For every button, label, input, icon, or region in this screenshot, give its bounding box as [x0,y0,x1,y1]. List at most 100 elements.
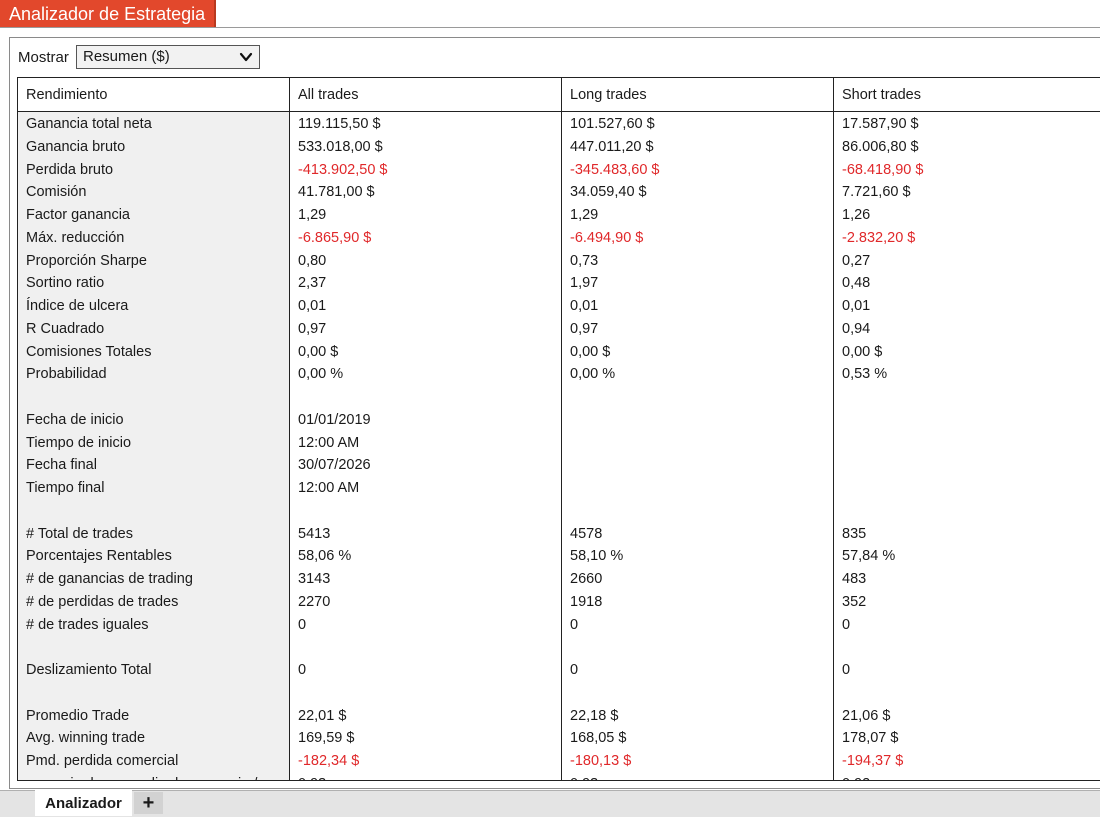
row-value: 533.018,00 $ [298,138,383,155]
row-value: 101.527,60 $ [570,116,655,132]
row-value: 0 [298,662,307,678]
row-value: 0,97 [570,320,599,337]
add-tab-button[interactable]: + [134,792,163,814]
tab-analizador[interactable]: Analizador [35,790,132,816]
header-rendimiento[interactable]: Rendimiento [26,86,107,104]
row-value: 447.011,20 $ [570,138,654,155]
row-value: -182,34 $ [298,753,360,769]
row-value: 0,01 [570,298,599,314]
row-value: 0,97 [298,320,327,337]
row-value: 0,01 [842,298,871,314]
chevron-down-icon [239,52,253,62]
row-value: -68.418,90 $ [842,161,924,178]
row-label: Pmd. perdida comercial [26,753,179,769]
row-label: # de ganancias de trading [26,571,193,587]
row-value: 01/01/2019 [298,411,371,428]
row-value: -413.902,50 $ [298,161,388,178]
row-value: 7.721,60 $ [842,184,911,201]
view-select[interactable]: Resumen ($) [76,45,260,69]
row-value: 0 [298,616,307,633]
row-value: 835 [842,525,867,542]
bottom-tab-bar [0,790,1100,817]
row-value: 0,01 [298,298,327,314]
row-value: 0,00 $ [842,343,883,360]
row-label: Porcentajes Rentables [26,548,172,565]
row-label: Ganancia bruto [26,138,126,155]
column-divider [561,78,562,780]
row-value: 2270 [298,593,331,610]
row-value: 0,00 % [298,366,344,383]
row-value: 0,93 [570,775,598,780]
row-label: Deslizamiento Total [26,662,152,678]
row-value: 3143 [298,571,331,587]
row-label: Factor ganancia [26,207,130,223]
row-label: R Cuadrado [26,320,105,337]
row-label: Máx. reducción [26,229,125,246]
row-value: 2660 [570,571,603,587]
row-value: 12:00 AM [298,434,360,451]
view-select-value: Resumen ($) [83,48,170,65]
row-value: 0,48 [842,275,871,292]
row-value: 0,94 [842,320,871,337]
row-value: -194,37 $ [842,753,904,769]
row-value: -2.832,20 $ [842,229,916,246]
row-value: 0,53 % [842,366,888,383]
row-value: 0,93 [298,775,326,780]
row-value: 178,07 $ [842,730,899,747]
row-value: -180,13 $ [570,753,632,769]
column-divider [289,78,290,780]
header-short-trades[interactable]: Short trades [842,86,921,104]
row-value: 0 [842,662,851,678]
row-label: Comisión [26,184,87,201]
mostrar-label: Mostrar [18,49,69,66]
row-value: 1,26 [842,207,871,223]
row-label: # de trades iguales [26,616,149,633]
row-value: 17.587,90 $ [842,116,919,132]
row-value: 57,84 % [842,548,896,565]
row-value: 169,59 $ [298,730,355,747]
row-label: Comisiones Totales [26,343,152,360]
row-label: Tiempo de inicio [26,434,132,451]
row-value: 168,05 $ [570,730,627,747]
row-value: 5413 [298,525,331,542]
row-value: 0,80 [298,252,327,269]
row-value: 0,00 $ [570,343,611,360]
row-label: Avg. winning trade [26,730,146,747]
row-value: 0,73 [570,252,599,269]
row-value: 119.115,50 $ [298,116,381,132]
column-divider [833,78,834,780]
summary-table: Rendimiento All trades Long trades Short… [17,77,1100,781]
row-value: 4578 [570,525,603,542]
row-value: -345.483,60 $ [570,161,660,178]
row-label: Índice de ulcera [26,298,129,314]
row-value: 352 [842,593,867,610]
row-value: 86.006,80 $ [842,138,919,155]
row-label: porcenje de promedio de ganancia / pe [26,775,278,780]
row-value: -6.865,90 $ [298,229,372,246]
row-value: 483 [842,571,867,587]
row-label: Probabilidad [26,366,107,383]
row-value: 0 [570,662,579,678]
row-value: -6.494,90 $ [570,229,644,246]
row-value: 2,37 [298,275,327,292]
row-label: Fecha de inicio [26,411,124,428]
header-long-trades[interactable]: Long trades [570,86,647,104]
row-label: Perdida bruto [26,161,114,178]
row-label: Sortino ratio [26,275,105,292]
row-value: 0,27 [842,252,871,269]
row-value: 0,00 $ [298,343,339,360]
row-value: 0,92 [842,775,870,780]
row-label: Proporción Sharpe [26,252,147,269]
header-all-trades[interactable]: All trades [298,86,358,104]
row-label: # Total de trades [26,525,133,542]
row-value: 21,06 $ [842,707,891,724]
row-label: # de perdidas de trades [26,593,179,610]
window-title-tab: Analizador de Estrategia [0,0,217,28]
row-label: Fecha final [26,457,97,474]
row-value: 22,01 $ [298,707,347,724]
row-value: 0,00 % [570,366,616,383]
row-value: 0 [842,616,851,633]
title-divider [0,27,1100,28]
row-value: 34.059,40 $ [570,184,647,201]
row-value: 22,18 $ [570,707,619,724]
